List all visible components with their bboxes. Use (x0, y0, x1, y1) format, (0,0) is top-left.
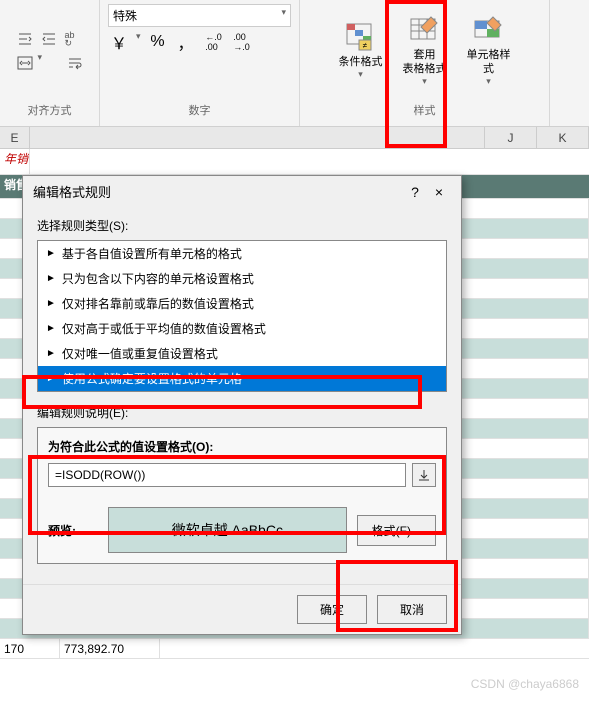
rule-type-item[interactable]: ► 仅对排名靠前或靠后的数值设置格式 (38, 291, 446, 316)
title-cell[interactable]: 年销 (0, 149, 30, 174)
alignment-group: ▾ ab↻ 对齐方式 (0, 0, 100, 126)
wrap-text-icon[interactable] (64, 52, 86, 74)
title-row: 年销 (0, 149, 589, 175)
rule-label: 基于各自值设置所有单元格的格式 (62, 245, 242, 262)
rule-type-list: ► 基于各自值设置所有单元格的格式 ► 只为包含以下内容的单元格设置格式 ► 仅对排名… (37, 240, 447, 392)
styles-group-label: 样式 (414, 98, 436, 122)
arrow-icon: ► (46, 373, 56, 384)
comma-icon[interactable]: ， (175, 31, 197, 53)
range-picker-button[interactable] (412, 463, 436, 487)
orientation-icon[interactable]: ab↻ (64, 28, 86, 50)
conditional-format-label: 条件格式 (339, 56, 383, 69)
chevron-down-icon[interactable]: ▾ (38, 52, 43, 74)
preview-box: 微软卓越 AaBbCc (108, 507, 347, 553)
col-header[interactable]: J (485, 127, 537, 148)
column-headers: E J K (0, 127, 589, 149)
collapse-icon (417, 468, 431, 482)
conditional-format-icon: ≠ (345, 22, 377, 54)
col-header-gap (30, 127, 485, 148)
select-rule-type-label: 选择规则类型(S): (37, 217, 447, 234)
preview-label: 预览: (48, 522, 98, 539)
number-group: 特殊 ▾ ￥ ▾ % ， ←.0.00 .00→.0 数字 (100, 0, 300, 126)
arrow-icon: ► (46, 298, 56, 309)
number-group-label: 数字 (189, 98, 211, 122)
rule-type-item-selected[interactable]: ► 使用公式确定要设置格式的单元格 (38, 366, 446, 391)
cancel-button[interactable]: 取消 (377, 595, 447, 624)
edit-format-rule-dialog: 编辑格式规则 ? × 选择规则类型(S): ► 基于各自值设置所有单元格的格式 ►… (22, 175, 462, 635)
rule-type-item[interactable]: ► 仅对唯一值或重复值设置格式 (38, 341, 446, 366)
dialog-footer: 确定 取消 (23, 584, 461, 634)
increase-decimal-icon[interactable]: ←.0.00 (203, 31, 225, 53)
rule-label: 只为包含以下内容的单元格设置格式 (62, 270, 254, 287)
indent-increase-icon[interactable] (38, 28, 60, 50)
chevron-down-icon: ▾ (358, 69, 363, 80)
chevron-down-icon[interactable]: ▾ (136, 31, 141, 53)
number-format-value: 特殊 (113, 7, 137, 24)
percent-icon[interactable]: % (147, 31, 169, 53)
cell-styles-icon (473, 15, 505, 47)
edit-description-label: 编辑规则说明(E): (37, 404, 447, 421)
cell-styles-button[interactable]: 单元格样式 ▾ (459, 11, 519, 90)
number-format-select[interactable]: 特殊 ▾ (108, 4, 291, 27)
cell-styles-label: 单元格样式 (463, 49, 515, 75)
table-format-label: 套用 表格格式 (403, 49, 447, 75)
ok-button[interactable]: 确定 (297, 595, 367, 624)
cell-value[interactable]: 170 (0, 639, 60, 658)
rule-type-item[interactable]: ► 只为包含以下内容的单元格设置格式 (38, 266, 446, 291)
cell-value[interactable]: 773,892.70 (60, 639, 160, 658)
ribbon: ▾ ab↻ 对齐方式 特殊 (0, 0, 589, 127)
arrow-icon: ► (46, 348, 56, 359)
formula-label: 为符合此公式的值设置格式(O): (48, 438, 436, 455)
rule-type-item[interactable]: ► 基于各自值设置所有单元格的格式 (38, 241, 446, 266)
currency-icon[interactable]: ￥ (108, 31, 130, 53)
svg-text:≠: ≠ (362, 41, 367, 50)
styles-group: ≠ 条件格式 ▾ 套用 表格格式 ▾ (300, 0, 550, 126)
dialog-title: 编辑格式规则 (33, 182, 403, 201)
col-header[interactable]: E (0, 127, 30, 148)
alignment-group-label: 对齐方式 (28, 98, 72, 122)
conditional-format-button[interactable]: ≠ 条件格式 ▾ (331, 18, 391, 84)
decrease-decimal-icon[interactable]: .00→.0 (231, 31, 253, 53)
arrow-icon: ► (46, 273, 56, 284)
close-button[interactable]: × (427, 184, 451, 200)
arrow-icon: ► (46, 248, 56, 259)
merge-cells-icon[interactable] (14, 52, 36, 74)
chevron-down-icon: ▾ (422, 76, 427, 87)
formula-input[interactable] (48, 463, 406, 487)
format-button[interactable]: 格式(F)... (357, 515, 436, 546)
col-header[interactable]: K (537, 127, 589, 148)
rule-label: 仅对排名靠前或靠后的数值设置格式 (62, 295, 254, 312)
rule-label: 仅对唯一值或重复值设置格式 (62, 345, 218, 362)
dialog-titlebar: 编辑格式规则 ? × (23, 176, 461, 207)
chevron-down-icon: ▾ (486, 76, 491, 87)
arrow-icon: ► (46, 323, 56, 334)
indent-decrease-icon[interactable] (14, 28, 36, 50)
rule-label: 使用公式确定要设置格式的单元格 (62, 370, 242, 387)
watermark: CSDN @chaya6868 (471, 677, 579, 691)
chevron-down-icon: ▾ (281, 7, 286, 24)
table-row: 170 773,892.70 (0, 639, 589, 659)
table-format-button[interactable]: 套用 表格格式 ▾ (395, 11, 455, 90)
table-format-icon (409, 15, 441, 47)
rule-type-item[interactable]: ► 仅对高于或低于平均值的数值设置格式 (38, 316, 446, 341)
rule-label: 仅对高于或低于平均值的数值设置格式 (62, 320, 266, 337)
formula-section: 为符合此公式的值设置格式(O): 预览: 微软卓越 AaBbCc 格式(F)..… (37, 427, 447, 564)
help-button[interactable]: ? (403, 184, 427, 200)
